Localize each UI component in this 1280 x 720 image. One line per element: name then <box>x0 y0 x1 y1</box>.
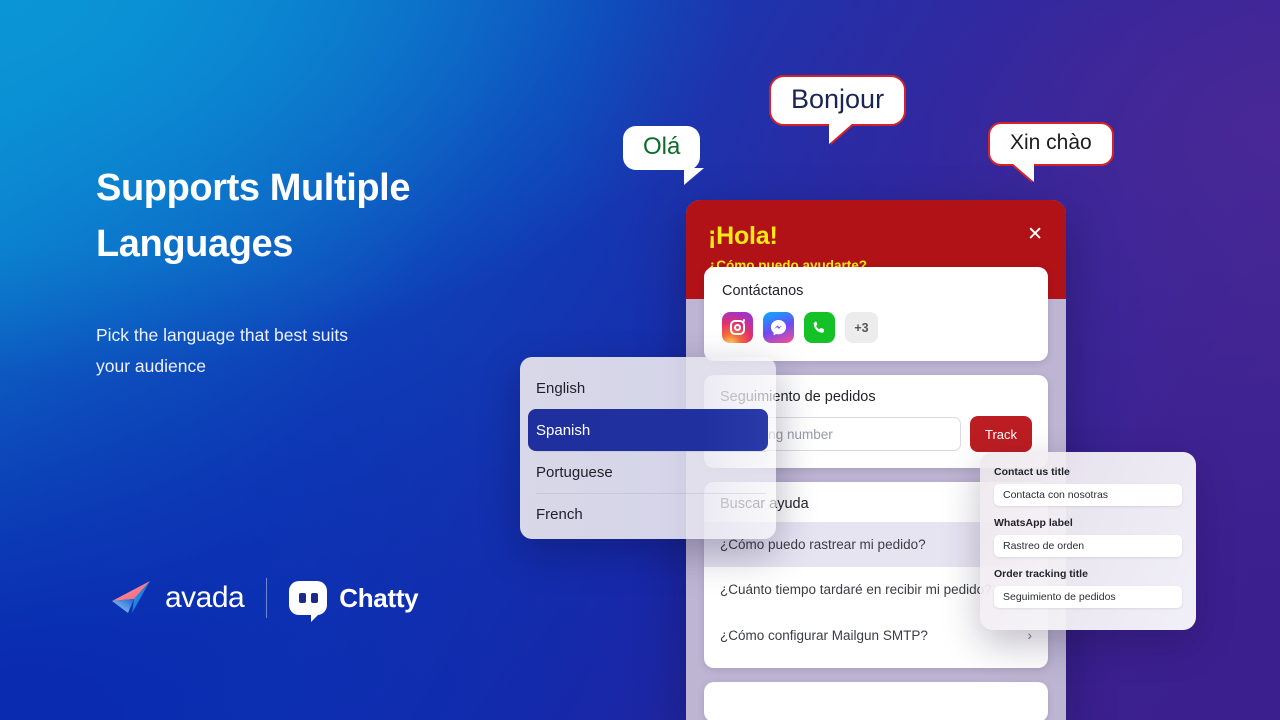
contact-us-card: Contáctanos +3 <box>704 267 1048 361</box>
next-card-placeholder <box>704 682 1048 720</box>
chatty-wordmark: Chatty <box>339 582 419 613</box>
contact-us-title-field[interactable]: Contacta con nosotras <box>994 484 1182 506</box>
phone-glyph <box>813 321 824 333</box>
page-title-line-1: Supports Multiple <box>96 167 411 209</box>
contact-us-title-label: Contact us title <box>994 466 1070 478</box>
instagram-icon[interactable] <box>722 312 753 343</box>
messenger-icon[interactable] <box>763 312 794 343</box>
whatsapp-label-field[interactable]: Rastreo de orden <box>994 535 1182 557</box>
faq-item-3-question: ¿Cómo configurar Mailgun SMTP? <box>720 627 928 643</box>
faq-item-1-question: ¿Cómo puedo rastrear mi pedido? <box>720 537 926 552</box>
speech-bubble-french-text: Bonjour <box>791 84 885 114</box>
messenger-glyph <box>770 320 787 336</box>
speech-bubble-vietnamese: Xin chào <box>988 122 1114 166</box>
instagram-dot <box>742 319 745 322</box>
page-subtitle-line-1: Pick the language that best suits <box>96 325 348 346</box>
speech-bubble-vietnamese-text: Xin chào <box>1010 131 1092 154</box>
whatsapp-label-label: WhatsApp label <box>994 517 1073 529</box>
brand-logos: avada Chatty <box>110 578 419 622</box>
chat-greeting: ¡Hola! <box>708 222 778 250</box>
page-subtitle-line-2: your audience <box>96 355 206 376</box>
order-tracking-title-field[interactable]: Seguimiento de pedidos <box>994 586 1182 608</box>
chat-bubble-icon <box>289 581 328 622</box>
language-dropdown[interactable]: English Spanish Portuguese French <box>520 357 776 539</box>
speech-bubble-portuguese: Olá <box>623 126 705 185</box>
order-tracking-title-label: Order tracking title <box>994 568 1088 580</box>
chat-eye-left <box>298 593 306 603</box>
close-icon[interactable]: ✕ <box>1027 225 1043 244</box>
language-option-portuguese[interactable]: Portuguese <box>520 451 776 493</box>
phone-icon[interactable] <box>804 312 835 343</box>
chat-eye-right <box>310 593 318 603</box>
track-button[interactable]: Track <box>970 416 1032 452</box>
language-option-english[interactable]: English <box>520 367 776 409</box>
chatty-logo: Chatty <box>289 581 419 622</box>
paper-plane-icon <box>112 581 150 613</box>
speech-bubble-french: Bonjour <box>769 75 907 126</box>
contact-us-title: Contáctanos <box>722 283 804 299</box>
contact-channel-list: +3 <box>722 312 1030 343</box>
avada-wordmark: avada <box>165 581 245 614</box>
translation-settings-panel: Contact us title Contacta con nosotras W… <box>980 452 1196 630</box>
hero-section: Supports Multiple Languages Pick the lan… <box>96 160 566 381</box>
faq-item-2-question: ¿Cuánto tiempo tardaré en recibir mi ped… <box>720 582 992 597</box>
page-title: Supports Multiple Languages <box>96 160 566 272</box>
page-title-line-2: Languages <box>96 223 293 266</box>
logo-divider <box>266 578 268 618</box>
language-option-spanish[interactable]: Spanish <box>528 409 768 451</box>
more-channels-chip[interactable]: +3 <box>845 312 878 343</box>
language-option-french[interactable]: French <box>520 493 776 535</box>
page-subtitle: Pick the language that best suits your a… <box>96 320 566 380</box>
speech-bubble-portuguese-text: Olá <box>643 133 681 160</box>
instagram-lens <box>734 324 741 331</box>
avada-logo: avada <box>110 579 245 617</box>
